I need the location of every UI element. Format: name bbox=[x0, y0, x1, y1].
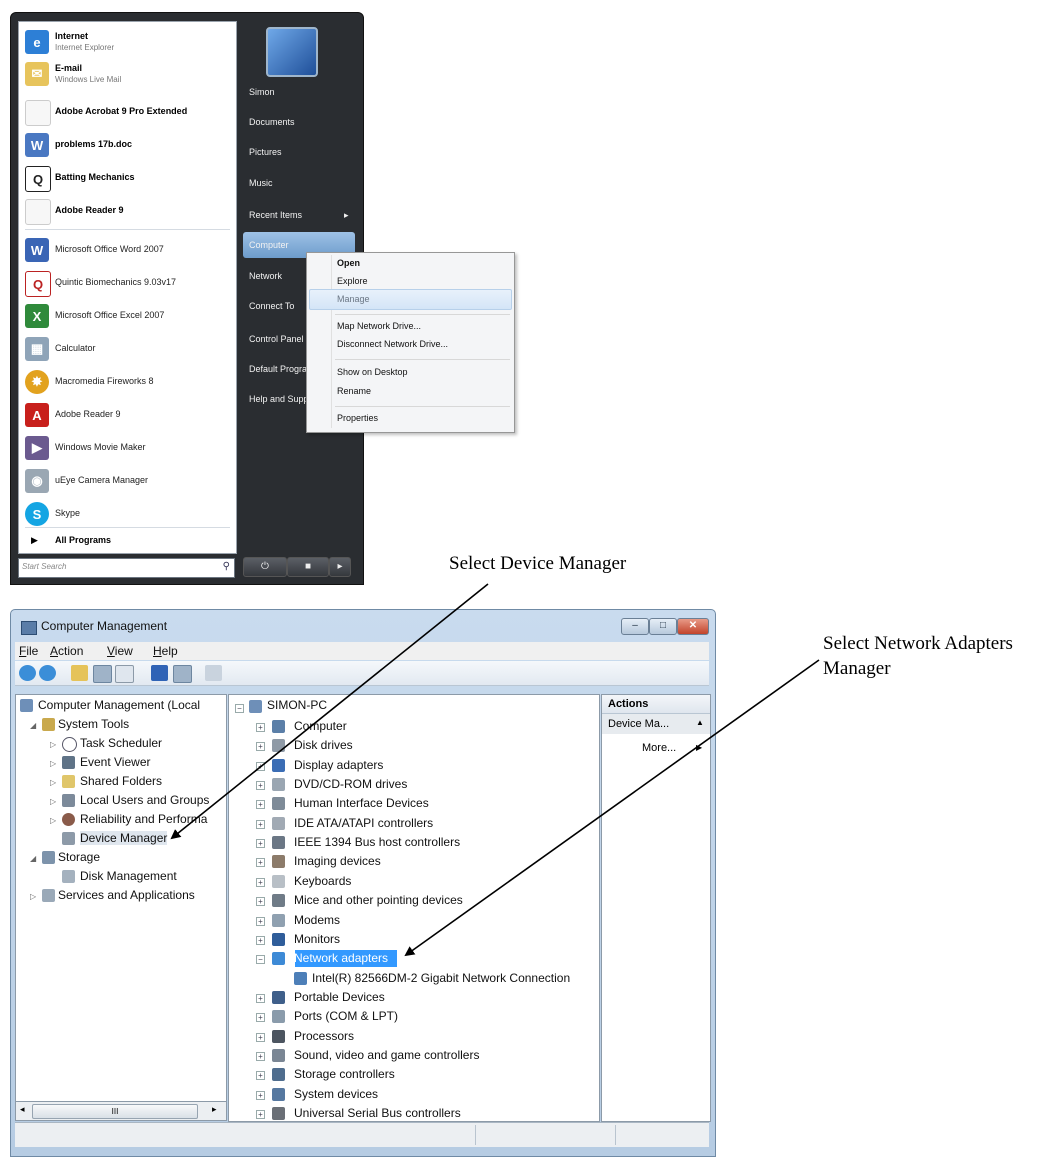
annotation-arrows bbox=[170, 583, 820, 957]
arrow-to-device-manager bbox=[170, 583, 489, 840]
arrow-to-network-adapters bbox=[404, 659, 820, 957]
